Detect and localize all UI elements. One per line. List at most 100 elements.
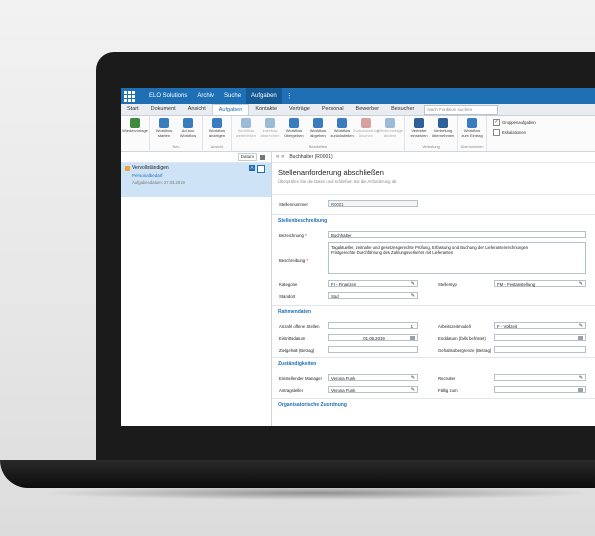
task-badge: A: [249, 165, 255, 171]
ribbon-button[interactable]: Ad-hoc Workflow: [176, 116, 200, 144]
more-menu-icon[interactable]: ⋮: [282, 92, 297, 100]
ribbon-action-icon: [337, 118, 347, 128]
ribbon-button-label: Workflow weiterleiten: [235, 128, 257, 138]
recruiter-field[interactable]: ✎: [494, 374, 586, 381]
zielgehalt-field[interactable]: [328, 346, 418, 353]
standort-field[interactable]: Süd ✎: [328, 292, 418, 299]
task-title: Vervollständigen: [132, 165, 169, 171]
bezeichnung-label: Bezeichnung *: [279, 233, 307, 238]
edit-icon[interactable]: ✎: [579, 375, 583, 382]
ribbon-button[interactable]: Workflow anzeigen: [205, 116, 229, 144]
checkbox-option[interactable]: Eskalationen: [493, 129, 536, 136]
ribbon-action-icon: [313, 118, 323, 128]
ribbon-group: Workflow anzeigen Ansicht: [203, 116, 232, 151]
ribbon-button[interactable]: Workflow weiterleiten: [234, 116, 258, 144]
beschreibung-textarea[interactable]: Tagaktueller, zeitnahe und gesetzesgerec…: [328, 242, 586, 274]
sort-select[interactable]: Datum: [237, 153, 257, 161]
tab-item[interactable]: Bewerber: [350, 104, 386, 115]
tab-item[interactable]: Dokument: [145, 104, 182, 115]
ribbon-button[interactable]: Workflow zum Eintrag: [460, 116, 484, 144]
section-stellenbeschreibung: Stellenbeschreibung: [278, 218, 328, 224]
sort-bar: Datum: [121, 152, 271, 163]
stellentyp-field[interactable]: FM - Festanstellung ✎: [494, 280, 586, 287]
task-list-item[interactable]: Vervollständigen Personalbedarf Aufgaben…: [121, 163, 271, 197]
gehaltsobergrenze-field[interactable]: [494, 346, 586, 353]
edit-icon[interactable]: ✎: [411, 293, 415, 300]
ribbon-button[interactable]: Workflow zurückstellen: [330, 116, 354, 144]
tab-item[interactable]: Ansicht: [182, 104, 212, 115]
ribbon-button-label: Zurückstellung löschen: [353, 128, 380, 138]
section-organisatorisch: Organisatorische Zuordnung: [278, 402, 347, 408]
tab-item[interactable]: Besucher: [385, 104, 420, 115]
ribbon-button[interactable]: Wiedervorlage: [122, 116, 148, 144]
ribbon-action-icon: [467, 118, 477, 128]
app-launcher-icon[interactable]: [124, 90, 138, 102]
topnav-item[interactable]: Archiv: [192, 88, 219, 104]
checkbox-icon[interactable]: ✓: [493, 119, 500, 126]
topnav-item[interactable]: Suche: [219, 88, 246, 104]
topnav-item[interactable]: ELO Solutions: [144, 88, 192, 104]
ribbon-button-label: Wiedervorlage: [122, 128, 148, 133]
anzahl-field[interactable]: 1: [328, 322, 418, 329]
tab-item[interactable]: Verträge: [283, 104, 316, 115]
calendar-icon[interactable]: [578, 388, 583, 392]
arbeitszeit-field[interactable]: F - Vollzeit ✎: [494, 322, 586, 329]
ribbon-button[interactable]: Zurückstellung löschen: [353, 116, 380, 144]
standort-label: Standort: [279, 294, 296, 299]
ribbon-action-icon: [212, 118, 222, 128]
enddatum-field[interactable]: [494, 334, 586, 341]
ribbon-action-icon: [289, 118, 299, 128]
edit-icon[interactable]: ✎: [579, 323, 583, 330]
manager-field[interactable]: Verona Funk ✎: [328, 374, 418, 381]
ribbon-button-label: Interflow abbrechen: [260, 128, 280, 138]
section-rahmendaten: Rahmendaten: [278, 309, 312, 315]
form-panel: « » Buchhalter (R0001) Stellenanforderun…: [272, 152, 595, 426]
ribbon-button[interactable]: Workflow starten: [152, 116, 176, 144]
tab-item[interactable]: Personal: [316, 104, 350, 115]
breadcrumb-label: Buchhalter (R0001): [289, 154, 333, 160]
antragsteller-field[interactable]: Verona Funk ✎: [328, 386, 418, 393]
anzahl-label: Anzahl offene Stellen: [279, 324, 320, 329]
topnav-item[interactable]: Aufgaben: [246, 88, 282, 104]
faellig-label: Fällig zum: [438, 388, 458, 393]
zielgehalt-label: Zielgehalt (Betrag): [279, 348, 315, 353]
edit-icon[interactable]: ✎: [411, 281, 415, 288]
calendar-icon[interactable]: [410, 336, 415, 340]
gehaltsobergrenze-label: Gehaltsobergrenze (Betrag): [438, 348, 492, 353]
ribbon-button-label: Workflow starten: [155, 128, 173, 138]
arbeitszeit-label: Arbeitszeitmodell: [438, 324, 471, 329]
calendar-icon[interactable]: [578, 336, 583, 340]
task-flag-icon[interactable]: [257, 165, 265, 173]
ribbon-group-name: Vertretung: [422, 145, 440, 149]
eintritt-field[interactable]: 01.06.2019: [328, 334, 418, 341]
ribbon-button[interactable]: Wiedervorlage ändern: [377, 116, 403, 144]
ribbon-button[interactable]: Vertreter einsetzen: [407, 116, 431, 144]
function-search-input[interactable]: Nach Funktion suchen: [424, 105, 499, 115]
ribbon-group-name: [123, 144, 147, 150]
laptop-base: [0, 460, 595, 488]
tab-item[interactable]: Start: [121, 104, 145, 115]
ribbon-button-label: Vertreter einsetzen: [410, 128, 428, 138]
edit-icon[interactable]: ✎: [411, 375, 415, 382]
ribbon-toolbar: Wiedervorlage Workflow starten Ad-hoc Work…: [121, 116, 595, 152]
checkbox-icon[interactable]: [493, 129, 500, 136]
ribbon-action-icon: [361, 118, 371, 128]
tab-item[interactable]: Aufgaben: [211, 104, 250, 115]
faellig-field[interactable]: [494, 386, 586, 393]
sort-direction-icon[interactable]: [260, 154, 265, 160]
bezeichnung-field[interactable]: Buchhalter: [328, 231, 586, 238]
tab-item[interactable]: Kontakte: [249, 104, 283, 115]
ribbon-button[interactable]: Interflow abbrechen: [258, 116, 282, 144]
ribbon-action-icon: [385, 118, 395, 128]
ribbon-button[interactable]: Vertretung übernehmen: [431, 116, 455, 144]
ribbon-button-label: Workflow zum Eintrag: [461, 128, 483, 138]
nav-arrows-icon[interactable]: « »: [276, 154, 284, 160]
kategorie-field[interactable]: FI - Finanzen ✎: [328, 280, 418, 287]
ribbon-button[interactable]: Workflow übergeben: [282, 116, 306, 144]
stellennummer-field: R0001: [328, 200, 418, 207]
ribbon-button[interactable]: Workflow abgeben: [306, 116, 330, 144]
edit-icon[interactable]: ✎: [579, 281, 583, 288]
edit-icon[interactable]: ✎: [411, 387, 415, 394]
ribbon-button-label: Vertretung übernehmen: [431, 128, 455, 138]
checkbox-option[interactable]: ✓ Gruppenaufgaben: [493, 119, 536, 126]
